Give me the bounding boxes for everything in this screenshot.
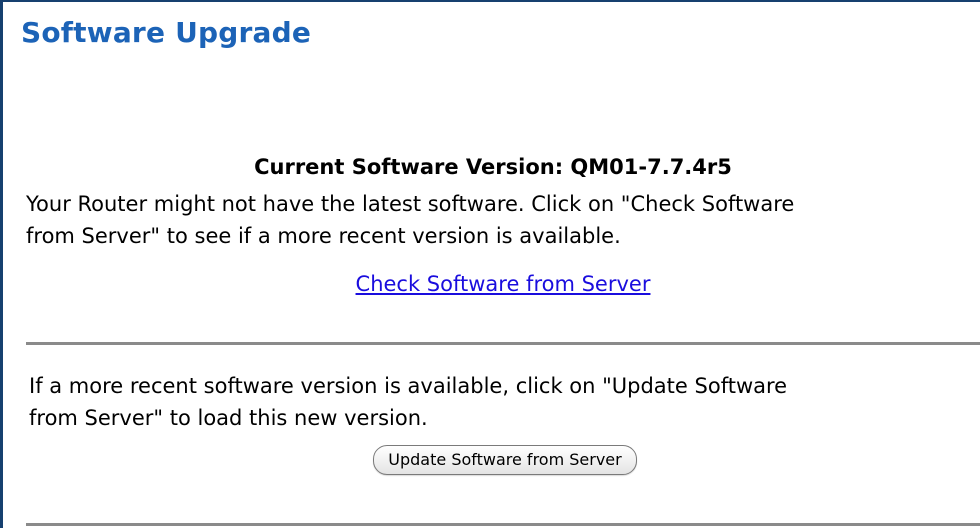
- content-frame: Software Upgrade Current Software Versio…: [0, 0, 980, 528]
- check-description-line-1: Your Router might not have the latest so…: [26, 192, 795, 216]
- current-software-version: Current Software Version: QM01-7.7.4r5: [254, 155, 732, 179]
- check-software-description: Your Router might not have the latest so…: [26, 188, 794, 252]
- bottom-divider: [26, 523, 980, 526]
- check-description-line-2: from Server" to see if a more recent ver…: [26, 224, 621, 248]
- update-button-row: Update Software from Server: [3, 445, 980, 475]
- update-software-description: If a more recent software version is ava…: [29, 370, 787, 434]
- check-software-from-server-link[interactable]: Check Software from Server: [356, 272, 651, 296]
- section-divider: [26, 342, 980, 345]
- update-description-line-1: If a more recent software version is ava…: [29, 374, 788, 398]
- page-title: Software Upgrade: [21, 16, 312, 49]
- update-software-from-server-button[interactable]: Update Software from Server: [373, 445, 637, 475]
- update-description-line-2: from Server" to load this new version.: [29, 406, 428, 430]
- check-link-row: Check Software from Server: [3, 272, 980, 296]
